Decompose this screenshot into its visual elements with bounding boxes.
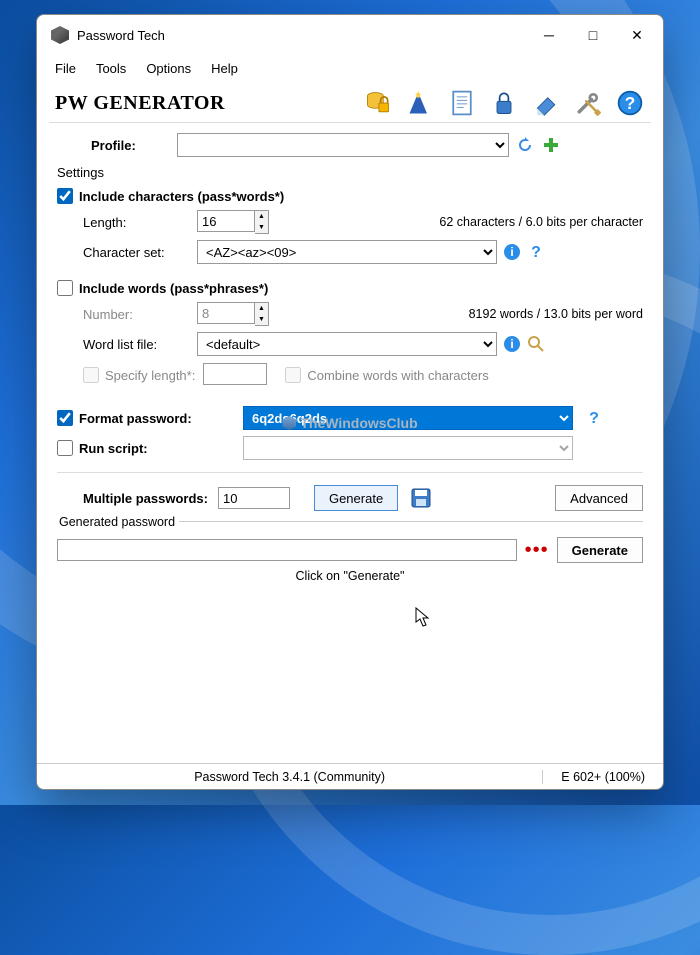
include-chars-label: Include characters (pass*words*) [79,189,284,204]
specify-length-checkbox[interactable]: Specify length*: [83,367,195,383]
menubar: File Tools Options Help [37,55,663,84]
save-icon[interactable] [408,485,434,511]
combine-checkbox[interactable]: Combine words with characters [285,367,488,383]
page-title: PW GENERATOR [55,92,363,115]
svg-text:?: ? [625,93,636,113]
run-script-label: Run script: [79,441,237,456]
words-info: 8192 words / 13.0 bits per word [269,307,643,321]
status-version: Password Tech 3.4.1 (Community) [37,770,542,784]
wordlist-select[interactable]: <default> [197,332,497,356]
char-info: 62 characters / 6.0 bits per character [269,215,643,229]
svg-text:i: i [510,337,513,351]
number-input[interactable] [197,302,255,324]
generate-multiple-button[interactable]: Generate [314,485,398,511]
svg-text:?: ? [531,244,541,261]
charset-label: Character set: [57,245,197,260]
settings-label: Settings [57,163,643,182]
include-words-label: Include words (pass*phrases*) [79,281,268,296]
format-password-input[interactable]: 6q2ds6q2ds [243,406,573,430]
close-button[interactable]: ✕ [615,19,659,51]
wordlist-info-icon[interactable]: i [503,335,521,353]
include-words-checkbox[interactable]: Include words (pass*phrases*) [57,280,643,296]
db-lock-icon[interactable] [363,88,393,118]
eraser-icon[interactable] [531,88,561,118]
menu-help[interactable]: Help [203,57,246,80]
format-help-icon[interactable]: ? [585,409,603,427]
window-title: Password Tech [77,28,527,43]
menu-tools[interactable]: Tools [88,57,134,80]
lock-icon[interactable] [489,88,519,118]
maximize-button[interactable]: □ [571,19,615,51]
format-password-checkbox[interactable]: Format password: 6q2ds6q2ds ? [57,406,643,430]
app-window: Password Tech ─ □ ✕ File Tools Options H… [36,14,664,790]
format-password-label: Format password: [79,411,237,426]
svg-text:i: i [510,245,513,259]
charset-select[interactable]: <AZ><az><09> [197,240,497,264]
statusbar: Password Tech 3.4.1 (Community) E 602+ (… [37,763,663,789]
advanced-button[interactable]: Advanced [555,485,643,511]
specify-length-label: Specify length*: [105,368,195,383]
menu-file[interactable]: File [47,57,84,80]
charset-help-icon[interactable]: ? [527,243,545,261]
profile-select[interactable] [177,133,509,157]
specify-length-input[interactable] [203,363,267,385]
charset-info-icon[interactable]: i [503,243,521,261]
tools-icon[interactable] [573,88,603,118]
status-entropy: E 602+ (100%) [542,770,663,784]
mask-toggle-icon[interactable]: ••• [525,539,549,562]
app-icon [51,26,69,44]
help-icon[interactable]: ? [615,88,645,118]
profile-reload-icon[interactable] [515,135,535,155]
minimize-button[interactable]: ─ [527,19,571,51]
svg-text:?: ? [589,410,599,427]
generate-hint: Click on "Generate" [57,569,643,583]
wordlist-search-icon[interactable] [527,335,545,353]
generated-password-input[interactable] [57,539,517,561]
combine-label: Combine words with characters [307,368,488,383]
titlebar: Password Tech ─ □ ✕ [37,15,663,55]
generate-button[interactable]: Generate [557,537,643,563]
length-spinner[interactable]: ▲▼ [255,210,269,234]
run-script-select[interactable] [243,436,573,460]
number-spinner[interactable]: ▲▼ [255,302,269,326]
number-label: Number: [57,307,197,322]
multiple-label: Multiple passwords: [83,491,208,506]
wizard-icon[interactable] [405,88,435,118]
document-icon[interactable] [447,88,477,118]
menu-options[interactable]: Options [138,57,199,80]
run-script-checkbox[interactable]: Run script: [57,436,643,460]
length-label: Length: [57,215,197,230]
toolbar: ? [363,88,645,118]
wordlist-label: Word list file: [57,337,197,352]
profile-add-icon[interactable] [541,135,561,155]
profile-label: Profile: [87,138,177,153]
generated-legend: Generated password [55,515,179,529]
multiple-input[interactable] [218,487,290,509]
generated-group: Generated password ••• Generate Click on… [57,521,643,583]
length-input[interactable] [197,210,255,232]
include-chars-checkbox[interactable]: Include characters (pass*words*) [57,188,643,204]
